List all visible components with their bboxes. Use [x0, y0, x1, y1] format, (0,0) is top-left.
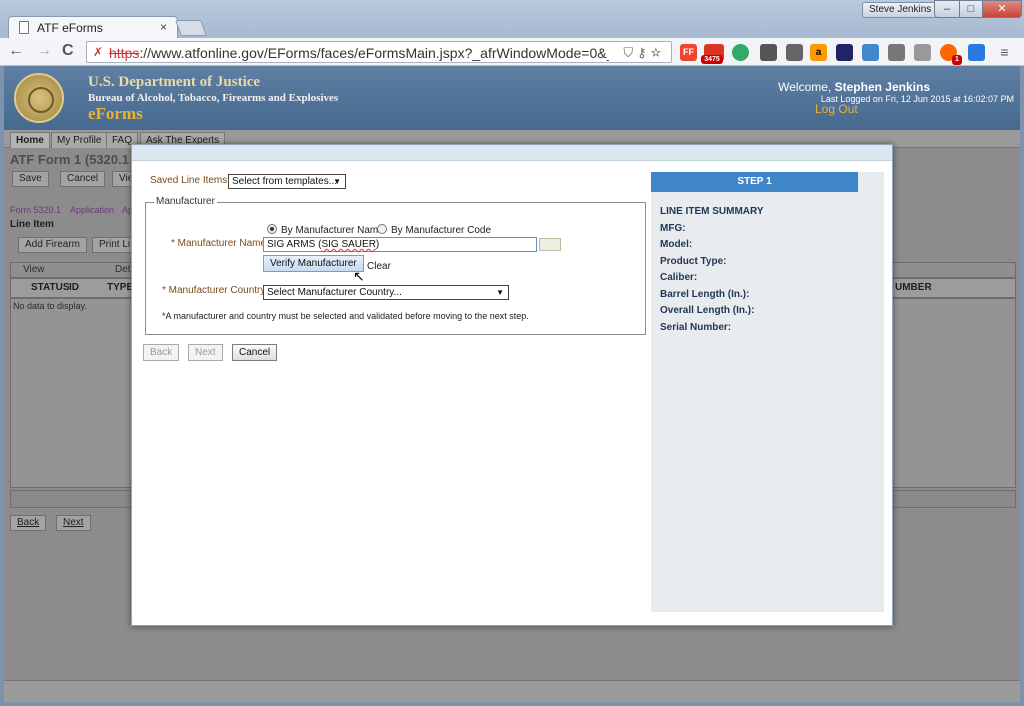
back-arrow-icon[interactable]: ←: [8, 42, 24, 60]
save-button[interactable]: Save: [12, 171, 49, 187]
maximize-button[interactable]: □: [959, 0, 983, 18]
eyedropper-extension-icon[interactable]: [760, 44, 777, 61]
next-link[interactable]: Next: [56, 515, 91, 531]
radio-by-code-label[interactable]: By Manufacturer Code: [391, 225, 491, 236]
step-form[interactable]: Form 5320.1: [10, 205, 61, 215]
col-status[interactable]: STATUS: [31, 279, 70, 297]
title-bar: ATF eForms × Steve Jenkins – □ ✕: [0, 0, 1024, 38]
page-footer: [4, 680, 1020, 702]
line-item-summary-panel: STEP 1 LINE ITEM SUMMARY MFG: Model: Pro…: [651, 172, 884, 612]
manufacturer-fieldset: Manufacturer By Manufacturer Name By Man…: [145, 196, 646, 335]
close-window-button[interactable]: ✕: [982, 0, 1022, 18]
minimize-button[interactable]: –: [934, 0, 960, 18]
logout-link[interactable]: Log Out: [815, 102, 858, 116]
reload-icon[interactable]: C: [62, 42, 74, 60]
summary-serial-number: Serial Number:: [660, 322, 732, 333]
clear-link[interactable]: Clear: [367, 261, 391, 272]
summary-overall-length: Overall Length (In.):: [660, 305, 755, 316]
browser-toolbar: ← → C ✗ https://www.atfonline.gov/EForms…: [0, 38, 1024, 66]
summary-mfg: MFG:: [660, 223, 686, 234]
extension-icon-9[interactable]: [888, 44, 905, 61]
broken-lock-icon: ✗: [93, 45, 104, 59]
summary-product-type: Product Type:: [660, 256, 727, 267]
page-icon: [19, 21, 29, 34]
browser-tab[interactable]: ATF eForms ×: [8, 16, 178, 38]
lookup-button[interactable]: [539, 238, 561, 251]
ff-extension-icon[interactable]: FF: [680, 44, 697, 61]
summary-barrel-length: Barrel Length (In.):: [660, 289, 750, 300]
detail-button[interactable]: Det: [115, 264, 131, 275]
step-application[interactable]: Application: [70, 205, 114, 215]
step-indicator: STEP 1: [651, 172, 858, 192]
welcome-text: Welcome, Stephen Jenkins: [778, 80, 930, 94]
forward-arrow-icon[interactable]: →: [36, 42, 52, 60]
url-text: https://www.atfonline.gov/EForms/faces/e…: [109, 45, 609, 61]
menu-icon[interactable]: ≡: [996, 44, 1013, 61]
address-bar[interactable]: ✗ https://www.atfonline.gov/EForms/faces…: [86, 41, 672, 63]
saved-templates-select[interactable]: Select from templates... ▼: [228, 174, 346, 189]
manufacturer-country-select[interactable]: Select Manufacturer Country... ▼: [263, 285, 509, 300]
profile-badge[interactable]: Steve Jenkins: [862, 2, 939, 18]
extension-icon-7[interactable]: [836, 44, 853, 61]
extension-icon-10[interactable]: [914, 44, 931, 61]
chat-extension-icon[interactable]: [732, 44, 749, 61]
cancel-button[interactable]: Cancel: [232, 344, 278, 361]
agency-banner: U.S. Department of Justice Bureau of Alc…: [4, 66, 1020, 130]
tab-home[interactable]: Home: [10, 132, 50, 148]
gmail-count-badge: 3475: [701, 55, 723, 64]
radio-by-name-label[interactable]: By Manufacturer Name: [281, 225, 384, 236]
tab-my-profile[interactable]: My Profile: [51, 132, 108, 148]
manufacturer-country-label: * Manufacturer Country: [162, 285, 266, 296]
dropdown-arrow-icon: ▼: [333, 177, 341, 186]
dialog-header: [132, 145, 892, 161]
tab-close-icon[interactable]: ×: [160, 20, 167, 34]
doj-seal-icon: [14, 73, 64, 123]
back-link[interactable]: Back: [10, 515, 47, 531]
summary-title: LINE ITEM SUMMARY: [660, 206, 764, 217]
address-bar-icons[interactable]: ⛉⚷☆: [623, 45, 665, 61]
extension-icon-12[interactable]: [968, 44, 985, 61]
new-tab-button[interactable]: [175, 20, 207, 36]
view-menu[interactable]: View: [23, 264, 45, 275]
extension-icon-8[interactable]: [862, 44, 879, 61]
next-button[interactable]: Next: [188, 344, 223, 361]
bureau-name: Bureau of Alcohol, Tobacco, Firearms and…: [88, 92, 339, 104]
verify-manufacturer-button[interactable]: Verify Manufacturer: [263, 255, 364, 272]
manufacturer-name-input[interactable]: SIG ARMS (SIG SAUER): [263, 237, 537, 252]
summary-model: Model:: [660, 239, 693, 250]
line-item-dialog: Saved Line Items: Select from templates.…: [131, 144, 893, 626]
amazon-extension-icon[interactable]: a: [810, 44, 827, 61]
fieldset-legend: Manufacturer: [154, 196, 217, 207]
no-data-text: No data to display.: [13, 301, 87, 311]
form-title: ATF Form 1 (5320.1: [10, 152, 129, 167]
cancel-form-button[interactable]: Cancel: [60, 171, 106, 187]
org-name: U.S. Department of Justice: [88, 74, 261, 90]
extension-badge: 1: [952, 55, 962, 65]
radio-by-code[interactable]: [377, 224, 387, 234]
validation-note: *A manufacturer and country must be sele…: [162, 311, 529, 321]
search-extension-icon[interactable]: [786, 44, 803, 61]
add-firearm-button[interactable]: Add Firearm: [18, 237, 88, 253]
dropdown-arrow-icon: ▼: [496, 288, 504, 297]
line-item-section: Line Item: [10, 219, 54, 230]
col-serial-number[interactable]: UMBER: [895, 279, 932, 297]
summary-caliber: Caliber:: [660, 272, 698, 283]
manufacturer-name-label: * Manufacturer Name: [171, 238, 267, 249]
eforms-logo: eForms: [88, 104, 143, 123]
col-type[interactable]: TYPE: [107, 279, 133, 297]
back-button[interactable]: Back: [143, 344, 180, 361]
mouse-cursor-icon: ↖: [353, 268, 365, 284]
tab-title: ATF eForms: [37, 21, 103, 35]
col-id[interactable]: ID: [69, 279, 79, 297]
saved-line-items-label: Saved Line Items:: [150, 175, 231, 186]
radio-by-name[interactable]: [267, 224, 277, 234]
